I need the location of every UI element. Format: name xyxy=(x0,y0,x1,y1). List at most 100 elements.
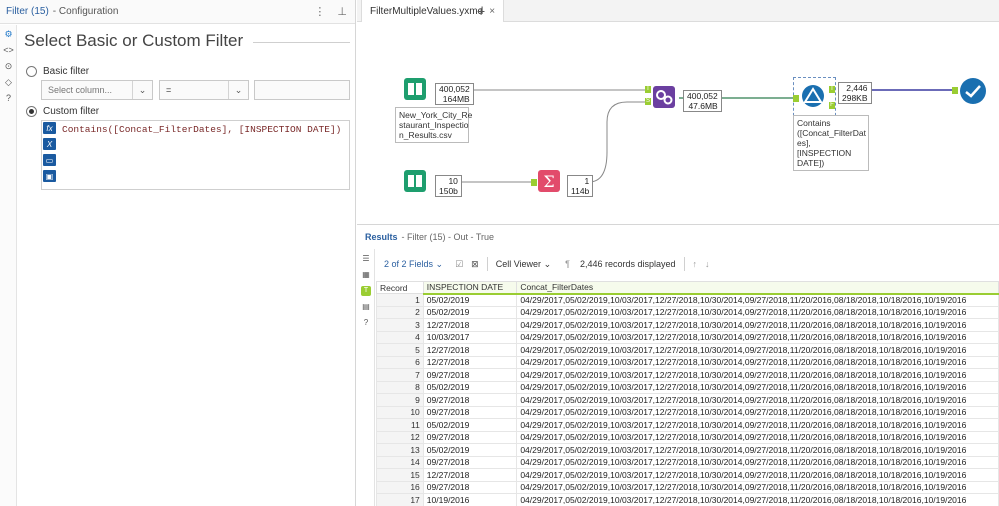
more-options-icon[interactable]: ⋮ xyxy=(314,5,325,18)
inspection-date-cell[interactable]: 05/02/2019 xyxy=(422,443,518,457)
inspection-date-cell[interactable]: 12/27/2018 xyxy=(422,318,518,332)
concat-cell[interactable]: 04/29/2017,05/02/2019,10/03/2017,12/27/2… xyxy=(516,443,999,457)
column-header-inspection-date[interactable]: INSPECTION DATE xyxy=(422,281,518,295)
results-grid[interactable]: Record INSPECTION DATE Concat_FilterDate… xyxy=(376,281,999,506)
inspection-date-cell[interactable]: 09/27/2018 xyxy=(422,393,518,407)
table-row[interactable]: 4 10/03/2017 04/29/2017,05/02/2019,10/03/2… xyxy=(376,330,999,344)
pin-icon[interactable]: ⊥ xyxy=(337,5,347,18)
concat-cell[interactable]: 04/29/2017,05/02/2019,10/03/2017,12/27/2… xyxy=(516,430,999,444)
open-expression-icon[interactable]: ▭ xyxy=(43,154,56,166)
concat-cell[interactable]: 04/29/2017,05/02/2019,10/03/2017,12/27/2… xyxy=(516,318,999,332)
arrow-down-icon[interactable]: ↓ xyxy=(705,259,710,269)
table-row[interactable]: 16 09/27/2018 04/29/2017,05/02/2019,10/03/… xyxy=(376,480,999,494)
inspection-date-cell[interactable]: 05/02/2019 xyxy=(422,380,518,394)
expression-text[interactable]: Contains([Concat_FilterDates], [INSPECTI… xyxy=(62,124,341,135)
table-row[interactable]: 8 05/02/2019 04/29/2017,05/02/2019,10/03/2… xyxy=(376,380,999,394)
close-icon[interactable]: × xyxy=(489,6,495,17)
record-cell[interactable]: 14 xyxy=(376,455,424,469)
inspection-date-cell[interactable]: 09/27/2018 xyxy=(422,405,518,419)
concat-cell[interactable]: 04/29/2017,05/02/2019,10/03/2017,12/27/2… xyxy=(516,380,999,394)
messages-icon[interactable]: ▤ xyxy=(357,300,375,313)
column-header-record[interactable]: Record xyxy=(376,281,424,294)
value-input[interactable] xyxy=(254,80,350,100)
table-row[interactable]: 6 12/27/2018 04/29/2017,05/02/2019,10/03/2… xyxy=(376,355,999,369)
record-cell[interactable]: 2 xyxy=(376,305,424,319)
table-row[interactable]: 7 09/27/2018 04/29/2017,05/02/2019,10/03/2… xyxy=(376,368,999,382)
concat-cell[interactable]: 04/29/2017,05/02/2019,10/03/2017,12/27/2… xyxy=(516,405,999,419)
concat-cell[interactable]: 04/29/2017,05/02/2019,10/03/2017,12/27/2… xyxy=(516,343,999,357)
table-row[interactable]: 13 05/02/2019 04/29/2017,05/02/2019,10/03/… xyxy=(376,443,999,457)
inspection-date-cell[interactable]: 09/27/2018 xyxy=(422,480,518,494)
table-row[interactable]: 17 10/19/2016 04/29/2017,05/02/2019,10/03/… xyxy=(376,493,999,506)
concat-cell[interactable]: 04/29/2017,05/02/2019,10/03/2017,12/27/2… xyxy=(516,493,999,506)
record-cell[interactable]: 9 xyxy=(376,393,424,407)
table-row[interactable]: 14 09/27/2018 04/29/2017,05/02/2019,10/03/… xyxy=(376,455,999,469)
tag-icon[interactable]: ◇ xyxy=(0,75,17,89)
inspection-date-cell[interactable]: 09/27/2018 xyxy=(422,430,518,444)
record-cell[interactable]: 8 xyxy=(376,380,424,394)
table-row[interactable]: 12 09/27/2018 04/29/2017,05/02/2019,10/03/… xyxy=(376,430,999,444)
column-header-concat[interactable]: Concat_FilterDates xyxy=(516,281,999,295)
code-icon[interactable]: <> xyxy=(0,43,17,57)
inspection-date-cell[interactable]: 09/27/2018 xyxy=(422,455,518,469)
append-target-anchor[interactable]: T xyxy=(645,86,651,93)
concat-cell[interactable]: 04/29/2017,05/02/2019,10/03/2017,12/27/2… xyxy=(516,293,999,307)
gear-icon[interactable]: ⚙ xyxy=(0,27,17,41)
concat-cell[interactable]: 04/29/2017,05/02/2019,10/03/2017,12/27/2… xyxy=(516,468,999,482)
select-column-dropdown[interactable]: Select column... ⌄ xyxy=(41,80,153,100)
inspection-date-cell[interactable]: 12/27/2018 xyxy=(422,355,518,369)
inspection-date-cell[interactable]: 05/02/2019 xyxy=(422,305,518,319)
concat-cell[interactable]: 04/29/2017,05/02/2019,10/03/2017,12/27/2… xyxy=(516,368,999,382)
filter-tool[interactable] xyxy=(802,85,824,107)
table-row[interactable]: 5 12/27/2018 04/29/2017,05/02/2019,10/03/2… xyxy=(376,343,999,357)
radio-button[interactable] xyxy=(26,105,37,117)
record-cell[interactable]: 4 xyxy=(376,330,424,344)
filter-false-anchor[interactable]: F xyxy=(829,102,835,109)
record-cell[interactable]: 5 xyxy=(376,343,424,357)
pilcrow-icon[interactable]: ¶ xyxy=(565,259,570,269)
append-fields-tool[interactable] xyxy=(653,86,675,108)
record-cell[interactable]: 7 xyxy=(376,368,424,382)
basic-filter-radio[interactable]: Basic filter xyxy=(26,63,89,79)
record-cell[interactable]: 3 xyxy=(376,318,424,332)
concat-cell[interactable]: 04/29/2017,05/02/2019,10/03/2017,12/27/2… xyxy=(516,330,999,344)
true-output-icon[interactable]: T xyxy=(357,284,375,297)
help-icon[interactable]: ? xyxy=(357,316,375,329)
filter-true-anchor[interactable]: T xyxy=(829,86,835,93)
help-icon[interactable]: ? xyxy=(0,91,17,105)
inspection-date-cell[interactable]: 09/27/2018 xyxy=(422,368,518,382)
record-cell[interactable]: 17 xyxy=(376,493,424,506)
record-cell[interactable]: 13 xyxy=(376,443,424,457)
input-data-tool-1[interactable] xyxy=(404,78,426,100)
save-expression-icon[interactable]: ▣ xyxy=(43,170,56,182)
arrow-up-icon[interactable]: ↑ xyxy=(693,259,698,269)
record-cell[interactable]: 6 xyxy=(376,355,424,369)
table-row[interactable]: 15 12/27/2018 04/29/2017,05/02/2019,10/03/… xyxy=(376,468,999,482)
record-cell[interactable]: 15 xyxy=(376,468,424,482)
concat-cell[interactable]: 04/29/2017,05/02/2019,10/03/2017,12/27/2… xyxy=(516,455,999,469)
annotation-icon[interactable]: ⊙ xyxy=(0,59,17,73)
table-row[interactable]: 1 05/02/2019 04/29/2017,05/02/2019,10/03/2… xyxy=(376,293,999,307)
inspection-date-cell[interactable]: 05/02/2019 xyxy=(422,293,518,307)
browse-input-anchor[interactable] xyxy=(952,87,958,94)
fields-dropdown[interactable]: 2 of 2 Fields ⌄ xyxy=(384,259,443,270)
cell-viewer-dropdown[interactable]: Cell Viewer ⌄ xyxy=(496,259,551,270)
workflow-canvas[interactable]: 400,052 164MB New_York_City_Re staurant_… xyxy=(357,22,999,225)
table-row[interactable]: 3 12/27/2018 04/29/2017,05/02/2019,10/03/2… xyxy=(376,318,999,332)
record-cell[interactable]: 10 xyxy=(376,405,424,419)
filter-input-anchor[interactable] xyxy=(793,95,799,102)
record-cell[interactable]: 1 xyxy=(376,293,424,307)
concat-cell[interactable]: 04/29/2017,05/02/2019,10/03/2017,12/27/2… xyxy=(516,393,999,407)
operator-dropdown[interactable]: = ⌄ xyxy=(159,80,249,100)
radio-button[interactable] xyxy=(26,65,37,77)
record-cell[interactable]: 12 xyxy=(376,430,424,444)
clear-icon[interactable]: ⊠ xyxy=(471,259,479,270)
append-source-anchor[interactable]: S xyxy=(645,98,651,105)
concat-cell[interactable]: 04/29/2017,05/02/2019,10/03/2017,12/27/2… xyxy=(516,305,999,319)
inspection-date-cell[interactable]: 12/27/2018 xyxy=(422,343,518,357)
browse-tool[interactable] xyxy=(960,78,986,104)
add-tab-icon[interactable]: + xyxy=(477,3,485,19)
custom-filter-radio[interactable]: Custom filter xyxy=(26,103,99,119)
list-icon[interactable]: ☰ xyxy=(357,252,375,265)
concat-cell[interactable]: 04/29/2017,05/02/2019,10/03/2017,12/27/2… xyxy=(516,480,999,494)
